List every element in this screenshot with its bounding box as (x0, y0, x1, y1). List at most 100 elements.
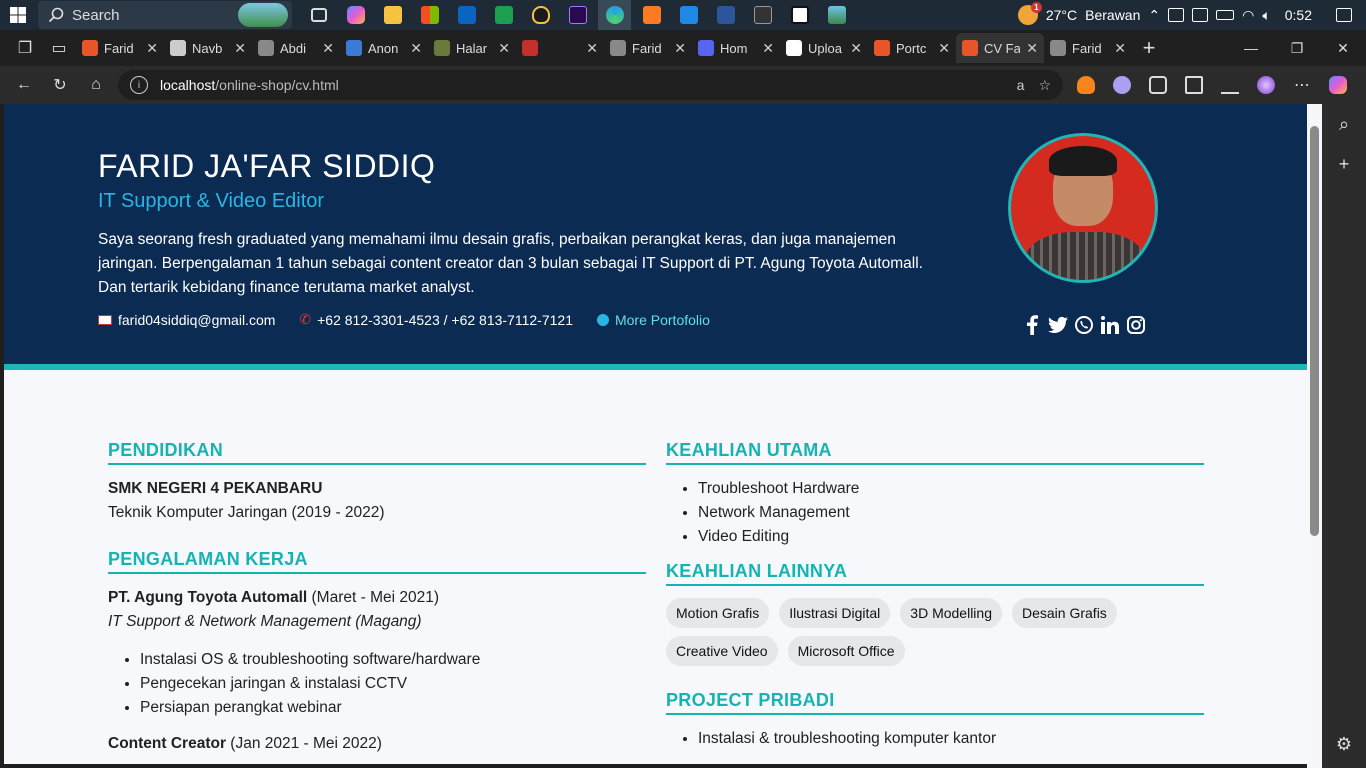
security-icon[interactable] (1192, 8, 1209, 22)
back-icon[interactable]: ← (6, 69, 42, 101)
list-item: Pengecekan jaringan & instalasi CCTV (140, 672, 646, 696)
experience-section: PENGALAMAN KERJA PT. Agung Toyota Automa… (108, 549, 646, 756)
linkedin-icon[interactable] (1100, 314, 1120, 336)
sidebar-add-icon[interactable]: + (1322, 144, 1366, 184)
browser-tab[interactable]: Abdi ✕ (252, 33, 340, 63)
tab-close-icon[interactable]: ✕ (322, 40, 334, 57)
job1-task-list: Instalasi OS & troubleshooting software/… (108, 648, 646, 720)
site-info-icon[interactable]: i (130, 76, 148, 94)
browser-tab[interactable]: Hom ✕ (692, 33, 780, 63)
more-menu-icon[interactable]: ⋯ (1287, 70, 1317, 100)
new-tab-icon[interactable]: + (1132, 33, 1166, 63)
tab-close-icon[interactable]: ✕ (938, 40, 950, 57)
phone-contact[interactable]: ✆ +62 812-3301-4523 / +62 813-7112-7121 (299, 311, 573, 328)
browser-tab[interactable]: Farid ✕ (604, 33, 692, 63)
tab-close-icon[interactable]: ✕ (498, 40, 510, 57)
taskbar-search[interactable]: Search (38, 1, 292, 29)
file-explorer-icon[interactable] (376, 0, 409, 30)
copilot-sidebar-icon[interactable] (1323, 70, 1353, 100)
tab-close-icon[interactable]: ✕ (674, 40, 686, 57)
projects-title: PROJECT PRIBADI (666, 690, 1204, 715)
clock[interactable]: 0:52 (1285, 7, 1312, 23)
tab-title: Halar (456, 40, 488, 56)
tab-close-icon[interactable]: ✕ (762, 40, 774, 57)
terminal-icon[interactable] (746, 0, 779, 30)
browser-tab[interactable]: Uploa ✕ (780, 33, 868, 63)
weather-icon[interactable]: 1 (1017, 2, 1042, 25)
minimize-icon[interactable]: — (1228, 33, 1274, 63)
refresh-icon[interactable]: ↻ (42, 69, 78, 101)
browser-tab[interactable]: Farid ✕ (1044, 33, 1132, 63)
notifications-icon[interactable] (1336, 8, 1352, 22)
tab-favicon-icon (346, 40, 362, 56)
store-icon[interactable] (413, 0, 446, 30)
extensions-icon[interactable] (1143, 70, 1173, 100)
tab-close-icon[interactable]: ✕ (410, 40, 422, 57)
edge-icon[interactable] (598, 0, 631, 30)
weather-desc[interactable]: Berawan (1085, 7, 1140, 23)
address-bar[interactable]: i localhost/online-shop/cv.html a ☆ (118, 70, 1063, 100)
profile-avatar[interactable] (1251, 70, 1281, 100)
portfolio-link[interactable]: More Portofolio (596, 312, 710, 328)
tab-close-icon[interactable]: ✕ (1114, 40, 1126, 57)
linux-icon[interactable] (524, 0, 557, 30)
home-icon[interactable]: ⌂ (78, 69, 114, 101)
browser-tab[interactable]: Farid ✕ (76, 33, 164, 63)
twitter-icon[interactable] (1048, 314, 1068, 336)
tab-close-icon[interactable]: ✕ (586, 40, 598, 57)
notion-icon[interactable] (783, 0, 816, 30)
close-window-icon[interactable]: ✕ (1320, 33, 1366, 63)
favorite-star-icon[interactable]: ☆ (1038, 77, 1051, 94)
read-aloud-icon[interactable]: a (1017, 77, 1025, 94)
windows-start-icon[interactable] (0, 0, 36, 30)
instagram-icon[interactable] (1126, 314, 1146, 336)
copilot-icon[interactable] (339, 0, 372, 30)
volume-icon[interactable]: 🔈︎ (1262, 7, 1270, 24)
search-highlight-image (238, 3, 288, 27)
browser-tab[interactable]: Anon ✕ (340, 33, 428, 63)
task-view-icon[interactable] (302, 0, 335, 30)
sidebar-search-icon[interactable]: ⌕ (1322, 104, 1366, 144)
email-contact[interactable]: farid04siddiq@gmail.com (98, 312, 275, 328)
browser-tab[interactable]: Navb ✕ (164, 33, 252, 63)
job2-title: Content Creator (108, 735, 226, 752)
tab-close-icon[interactable]: ✕ (850, 40, 862, 57)
battery-icon[interactable] (1216, 10, 1235, 20)
chevron-up-icon[interactable]: ⌃ (1148, 7, 1160, 24)
tab-title: Abdi (280, 40, 307, 56)
vscode-icon[interactable] (672, 0, 705, 30)
tab-close-icon[interactable]: ✕ (146, 40, 158, 57)
favorites-icon[interactable] (1179, 70, 1209, 100)
workspaces-icon[interactable]: ❐ (8, 33, 42, 63)
sheets-icon[interactable] (487, 0, 520, 30)
tab-actions-icon[interactable]: ▭ (42, 33, 76, 63)
page-scrollbar[interactable] (1307, 104, 1322, 768)
photos-icon[interactable] (820, 0, 853, 30)
facebook-icon[interactable] (1022, 314, 1042, 336)
list-item: Network Management (698, 501, 1204, 525)
weather-temp[interactable]: 27°C (1046, 7, 1077, 23)
after-effects-icon[interactable] (561, 0, 594, 30)
tab-close-icon[interactable]: ✕ (1026, 40, 1038, 57)
browser-tab[interactable]: Halar ✕ (428, 33, 516, 63)
browser-tab[interactable]: ✕ (516, 33, 604, 63)
xampp-icon[interactable] (635, 0, 668, 30)
main-skills-list: Troubleshoot Hardware Network Management… (666, 477, 1204, 549)
search-icon (48, 7, 64, 23)
downloads-icon[interactable] (1215, 70, 1245, 100)
job1-period: (Maret - Mei 2021) (307, 589, 440, 606)
whatsapp-icon[interactable] (1074, 314, 1094, 336)
usb-icon[interactable] (1168, 8, 1185, 22)
tab-close-icon[interactable]: ✕ (234, 40, 246, 57)
scrollbar-thumb[interactable] (1310, 126, 1319, 536)
phantom-extension-icon[interactable] (1107, 70, 1137, 100)
browser-tab[interactable]: Portc ✕ (868, 33, 956, 63)
wifi-icon[interactable]: ◠ (1242, 7, 1254, 24)
search-label: Search (72, 6, 120, 24)
word-icon[interactable] (709, 0, 742, 30)
restore-icon[interactable]: ❐ (1274, 33, 1320, 63)
metamask-extension-icon[interactable] (1071, 70, 1101, 100)
sidebar-settings-icon[interactable]: ⚙ (1322, 724, 1366, 764)
browser-tab[interactable]: CV Fa ✕ (956, 33, 1044, 63)
outlook-icon[interactable] (450, 0, 483, 30)
